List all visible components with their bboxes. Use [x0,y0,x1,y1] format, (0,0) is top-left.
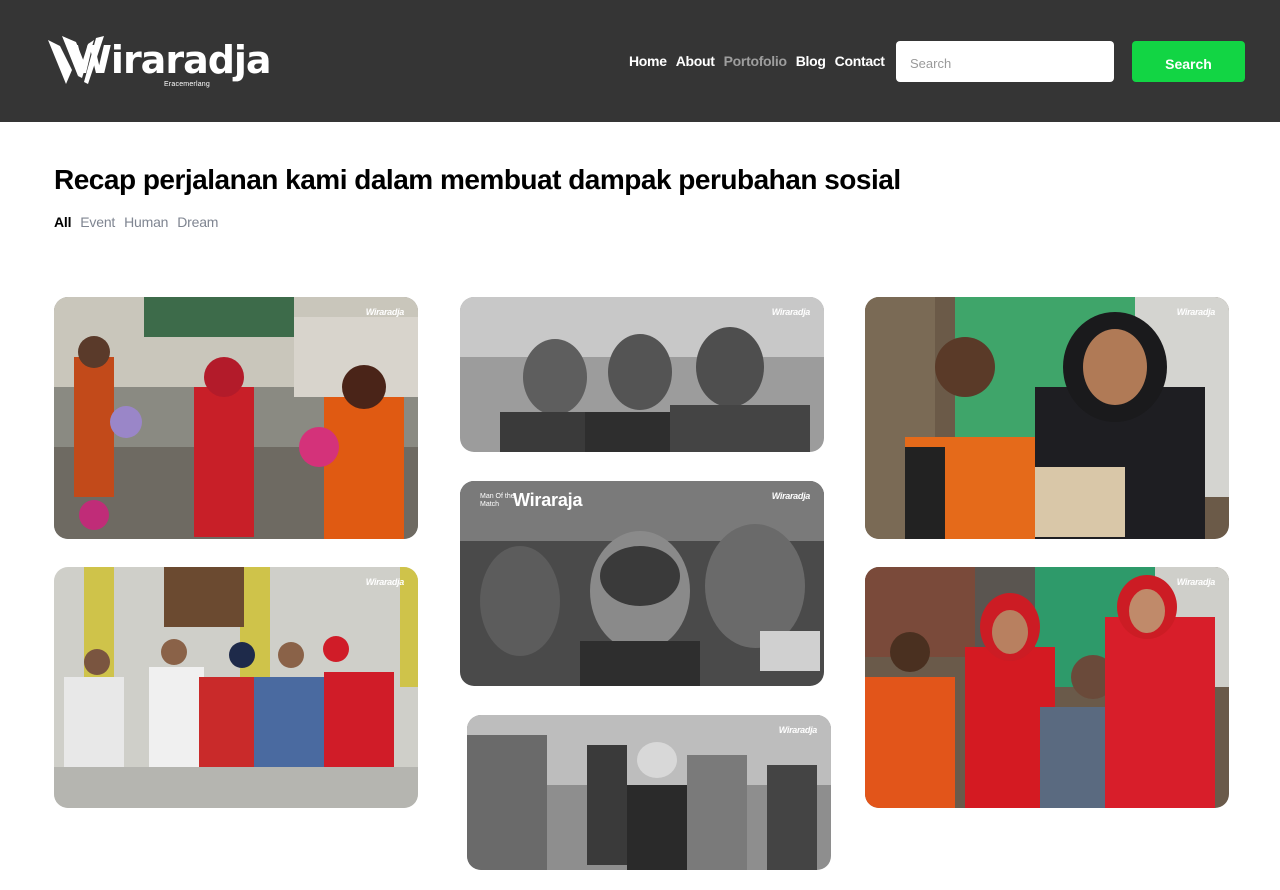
photo-image [865,567,1229,808]
gallery-photo[interactable]: Man Of the Match Wiraraja Wiraradja [460,481,824,686]
nav-portofolio[interactable]: Portofolio [724,53,787,69]
gallery-photo[interactable]: Wiraradja [865,567,1229,808]
photo-image [460,481,824,686]
nav-blog[interactable]: Blog [796,53,826,69]
photo-watermark: Wiraradja [365,307,405,317]
site-header: Wiraradja Eracemerlang Home About Portof… [0,0,1280,122]
gallery-photo[interactable]: Wiraradja [865,297,1229,539]
photo-watermark: Wiraradja [778,725,818,735]
photo-image [54,567,418,808]
main-nav: Home About Portofolio Blog Contact [629,53,885,69]
nav-about[interactable]: About [676,53,715,69]
photo-image [460,297,824,452]
filter-event[interactable]: Event [80,214,115,230]
category-filters: All Event Human Dream [54,214,218,230]
nav-home[interactable]: Home [629,53,667,69]
photo-watermark: Wiraradja [365,577,405,587]
photo-image [467,715,831,870]
filter-human[interactable]: Human [124,214,168,230]
gallery-photo[interactable]: Wiraradja [54,567,418,808]
photo-watermark: Wiraradja [1176,307,1216,317]
search-button[interactable]: Search [1132,41,1245,82]
brand-name: Wiraradja [70,38,272,82]
brand-logo[interactable]: Wiraradja Eracemerlang [48,36,272,92]
photo-watermark: Wiraradja [771,307,811,317]
filter-all[interactable]: All [54,214,72,230]
filter-dream[interactable]: Dream [177,214,218,230]
search-input[interactable] [896,41,1114,82]
gallery-photo[interactable]: Wiraradja [467,715,831,870]
photo-watermark: Wiraradja [1176,577,1216,587]
photo-image [865,297,1229,539]
gallery-photo[interactable]: Wiraradja [460,297,824,452]
photo-watermark: Wiraradja [771,491,811,501]
gallery-photo[interactable]: Wiraradja [54,297,418,539]
brand-tagline: Eracemerlang [164,81,210,88]
motm-brand: Wiraraja [513,490,583,510]
page-title: Recap perjalanan kami dalam membuat damp… [54,164,901,195]
photo-image [54,297,418,539]
nav-contact[interactable]: Contact [835,53,885,69]
